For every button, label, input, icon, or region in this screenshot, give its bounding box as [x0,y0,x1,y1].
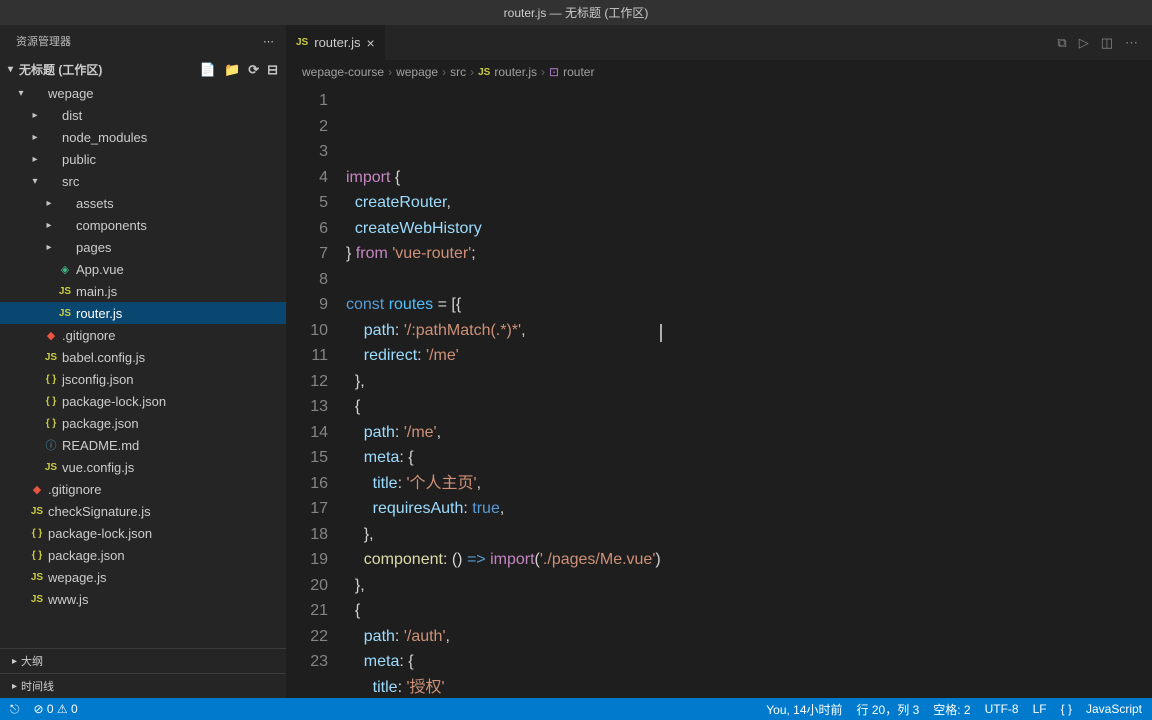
chevron-down-icon: ▾ [8,64,13,75]
file-package-lock.json[interactable]: { }package-lock.json [0,390,286,412]
file-checkSignature.js[interactable]: JScheckSignature.js [0,500,286,522]
tab-label: router.js [314,35,360,50]
file-.gitignore[interactable]: ◆.gitignore [0,478,286,500]
editor-tabs: JS router.js × ⧉ ▷ ◫ ⋯ [286,25,1152,60]
file-jsconfig.json[interactable]: { }jsconfig.json [0,368,286,390]
line-gutter: 1234567891011121314151617181920212223 [286,84,346,698]
status-language[interactable]: JavaScript [1086,702,1142,716]
more-actions-icon[interactable]: ⋯ [1125,35,1138,51]
status-errors[interactable]: ⊘ 0 ⚠ 0 [34,702,78,716]
status-spaces[interactable]: 空格: 2 [933,701,970,718]
workspace-root-label: 无标题 (工作区) [19,61,102,78]
explorer-header: 资源管理器 [16,33,71,49]
breadcrumb-item[interactable]: wepage [396,65,438,79]
file-main.js[interactable]: JSmain.js [0,280,286,302]
git-compare-icon[interactable]: ⧉ [1057,35,1066,51]
more-icon[interactable]: ⋯ [263,35,274,48]
breadcrumb-item[interactable]: src [450,65,466,79]
folder-pages[interactable]: ▸pages [0,236,286,258]
file-wepage.js[interactable]: JSwepage.js [0,566,286,588]
text-cursor [660,324,662,342]
explorer-sidebar: 资源管理器 ⋯ ▾ 无标题 (工作区) 📄 📁 ⟳ ⊟ ▾wepage▸dist… [0,25,286,698]
folder-dist[interactable]: ▸dist [0,104,286,126]
timeline-section[interactable]: ▸时间线 [0,673,286,698]
file-vue.config.js[interactable]: JSvue.config.js [0,456,286,478]
run-icon[interactable]: ▷ [1079,35,1089,51]
status-brackets[interactable]: { } [1061,702,1072,716]
folder-wepage[interactable]: ▾wepage [0,82,286,104]
file-package-lock.json[interactable]: { }package-lock.json [0,522,286,544]
folder-node_modules[interactable]: ▸node_modules [0,126,286,148]
file-App.vue[interactable]: ◈App.vue [0,258,286,280]
outline-label: 大纲 [21,653,43,669]
file-package.json[interactable]: { }package.json [0,544,286,566]
status-eol[interactable]: LF [1033,702,1047,716]
status-bar: ⎋ ⊘ 0 ⚠ 0 You, 14小时前 行 20，列 3 空格: 2 UTF-… [0,698,1152,720]
breadcrumb-item[interactable]: router.js [494,65,537,79]
window-title: router.js — 无标题 (工作区) [504,4,649,21]
folder-public[interactable]: ▸public [0,148,286,170]
folder-src[interactable]: ▾src [0,170,286,192]
file-www.js[interactable]: JSwww.js [0,588,286,610]
workspace-root[interactable]: ▾ 无标题 (工作区) 📄 📁 ⟳ ⊟ [0,57,286,82]
new-file-icon[interactable]: 📄 [200,62,216,78]
breadcrumb-item[interactable]: wepage-course [302,65,384,79]
folder-components[interactable]: ▸components [0,214,286,236]
new-folder-icon[interactable]: 📁 [224,62,240,78]
folder-assets[interactable]: ▸assets [0,192,286,214]
file-router.js[interactable]: JSrouter.js [0,302,286,324]
minimap[interactable] [1124,84,1152,698]
collapse-icon[interactable]: ⊟ [267,62,278,78]
outline-section[interactable]: ▸大纲 [0,648,286,673]
breadcrumb-item[interactable]: router [563,65,594,79]
breadcrumb[interactable]: wepage-course›wepage›src›JS router.js›⊡ … [286,60,1152,84]
timeline-label: 时间线 [21,678,54,694]
code-editor[interactable]: import { createRouter, createWebHistory}… [346,84,1152,698]
status-git[interactable]: You, 14小时前 [766,701,842,718]
js-icon: JS [296,37,308,48]
file-README.md[interactable]: ⓘREADME.md [0,434,286,456]
close-icon[interactable]: × [366,35,374,51]
file-tree: ▾wepage▸dist▸node_modules▸public▾src▸ass… [0,82,286,648]
tab-router-js[interactable]: JS router.js × [286,25,386,60]
file-.gitignore[interactable]: ◆.gitignore [0,324,286,346]
status-position[interactable]: 行 20，列 3 [857,701,920,718]
file-babel.config.js[interactable]: JSbabel.config.js [0,346,286,368]
file-package.json[interactable]: { }package.json [0,412,286,434]
window-titlebar: router.js — 无标题 (工作区) [0,0,1152,25]
status-encoding[interactable]: UTF-8 [985,702,1019,716]
refresh-icon[interactable]: ⟳ [248,62,259,78]
remote-icon[interactable]: ⎋ [10,702,20,717]
split-icon[interactable]: ◫ [1101,35,1113,51]
